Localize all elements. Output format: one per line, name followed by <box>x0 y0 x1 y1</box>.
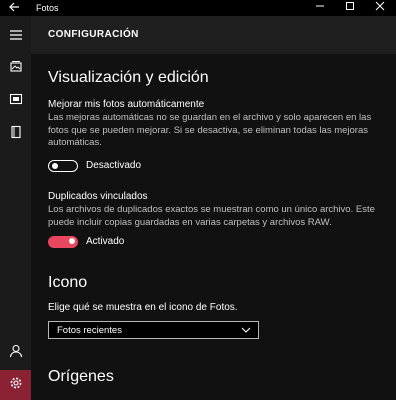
chevron-down-icon <box>240 323 252 337</box>
duplicates-toggle[interactable] <box>48 236 78 248</box>
sidebar-item-albums[interactable] <box>0 86 31 116</box>
sidebar <box>0 16 31 400</box>
back-arrow-icon[interactable] <box>6 1 22 15</box>
sidebar-item-account[interactable] <box>0 338 31 368</box>
account-icon <box>9 344 23 363</box>
collection-icon <box>9 59 23 77</box>
tile-dropdown[interactable]: Fotos recientes <box>48 321 259 339</box>
minimize-button[interactable] <box>308 1 332 15</box>
section-title-sources: Orígenes <box>48 368 114 385</box>
enhance-setting-description: Las mejoras automáticas no se guardan en… <box>48 112 372 148</box>
sidebar-item-settings[interactable] <box>0 370 31 400</box>
toggle-knob <box>52 162 58 169</box>
page-title: CONFIGURACIÓN <box>48 29 139 40</box>
folder-icon <box>10 125 22 144</box>
sidebar-item-folders[interactable] <box>0 119 31 149</box>
section-title-viewing: Visualización y edición <box>48 69 209 86</box>
sidebar-item-collection[interactable] <box>0 53 31 83</box>
duplicates-setting-description: Los archivos de duplicados exactos se mu… <box>48 204 375 228</box>
close-button[interactable] <box>368 1 392 15</box>
album-icon <box>9 92 23 110</box>
duplicates-setting-title: Duplicados vinculados <box>48 191 148 202</box>
section-title-tile: Icono <box>48 274 88 291</box>
hamburger-menu-icon[interactable] <box>0 20 31 50</box>
window-title: Fotos <box>36 3 59 13</box>
enhance-toggle[interactable] <box>48 160 78 172</box>
tile-setting-label: Elige qué se muestra en el icono de Foto… <box>48 302 238 313</box>
settings-page: CONFIGURACIÓN Visualización y edición Me… <box>31 16 396 400</box>
gear-icon <box>9 376 23 395</box>
duplicates-toggle-state: Activado <box>86 236 125 247</box>
enhance-toggle-state: Desactivado <box>86 160 142 171</box>
tile-dropdown-value: Fotos recientes <box>57 325 122 336</box>
page-header: CONFIGURACIÓN <box>31 16 396 54</box>
title-bar: Fotos <box>0 0 396 16</box>
maximize-button[interactable] <box>338 1 362 15</box>
enhance-setting-title: Mejorar mis fotos automáticamente <box>48 99 205 110</box>
toggle-knob <box>69 238 75 244</box>
